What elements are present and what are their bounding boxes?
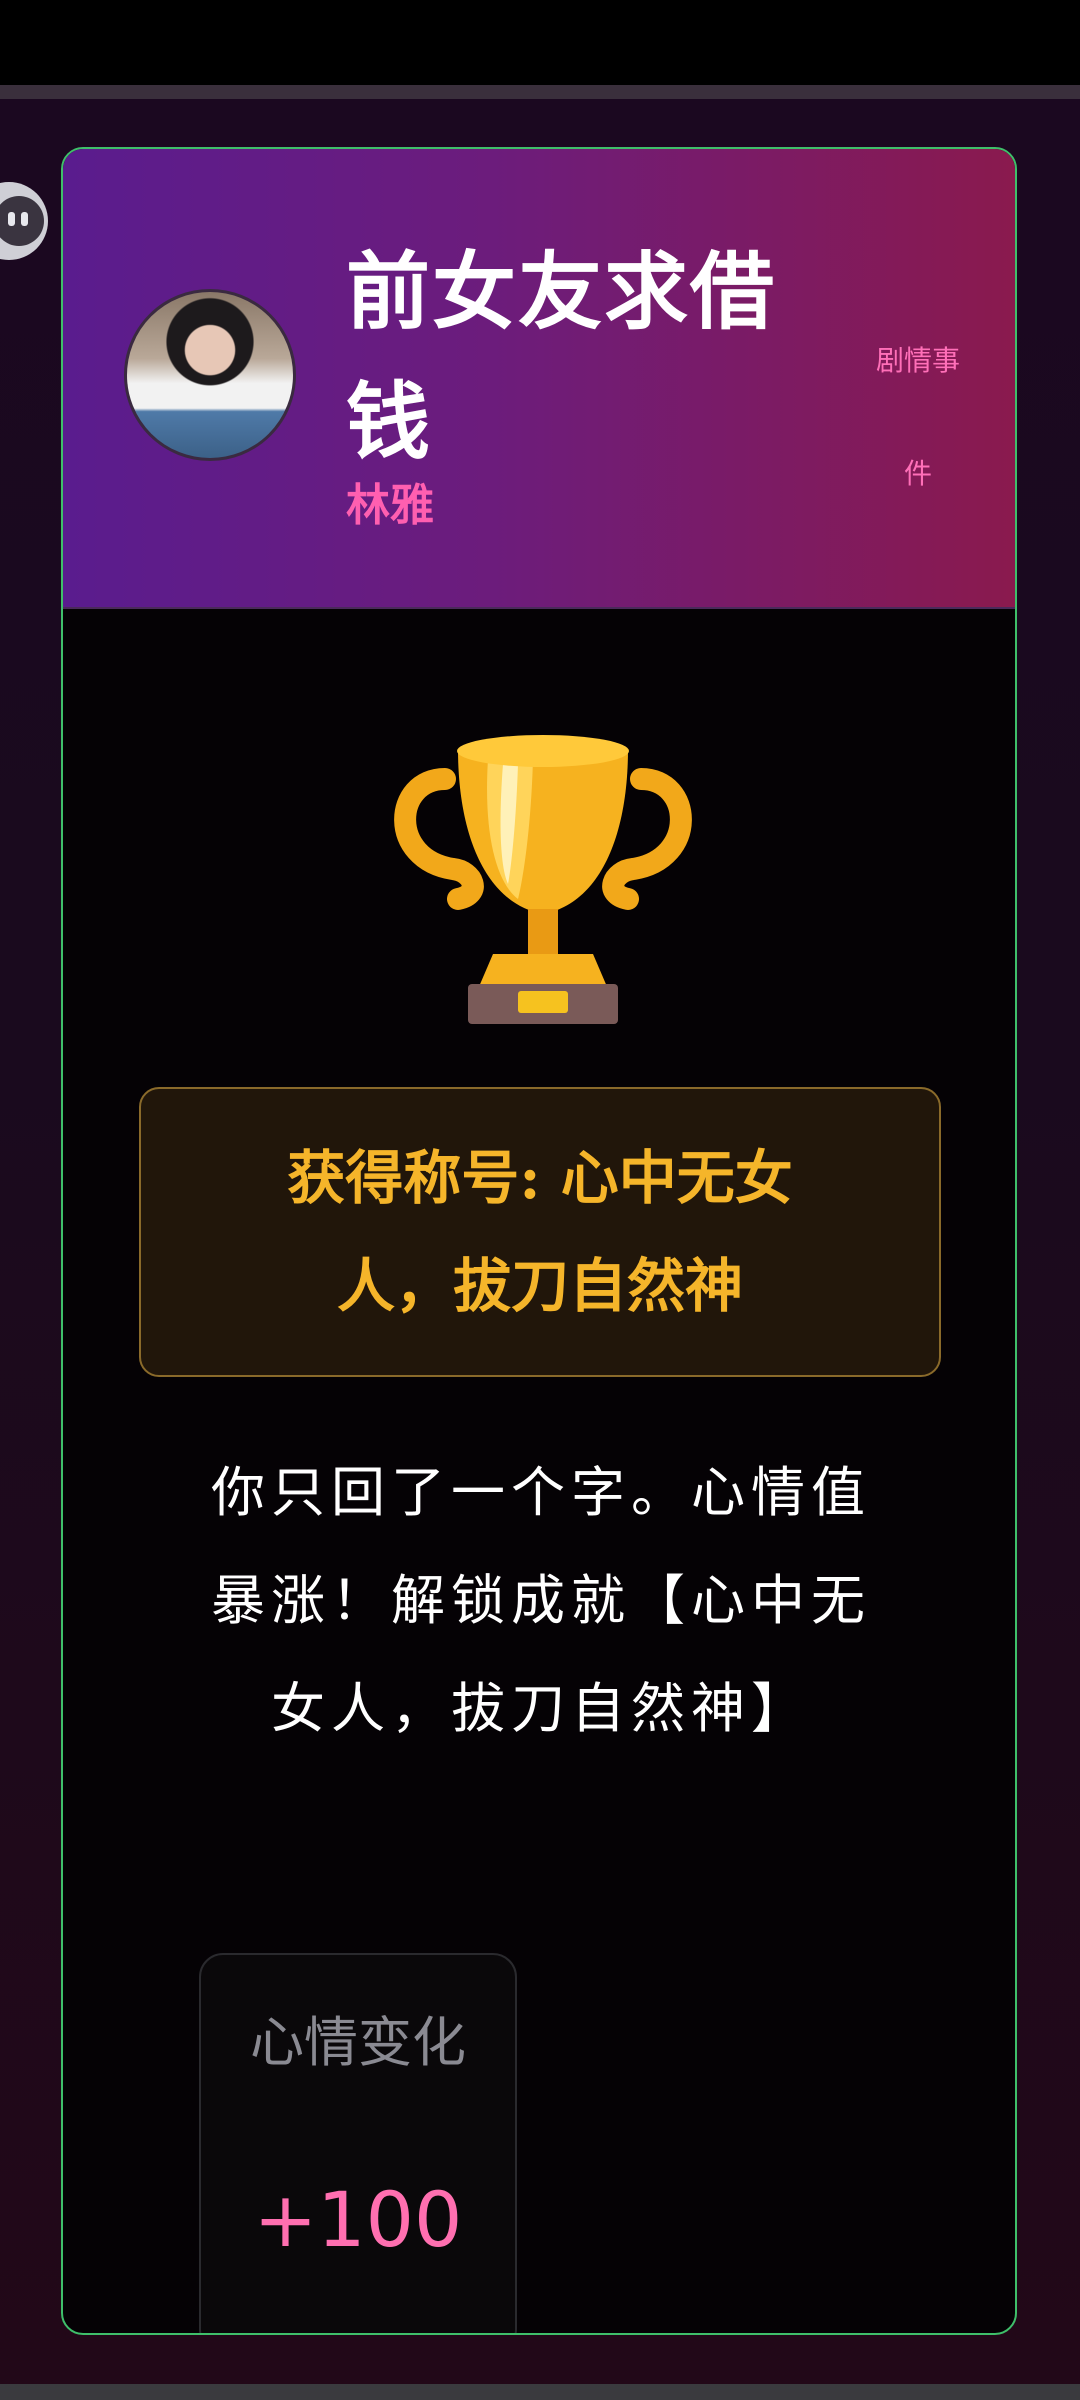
event-message: 你只回了一个字。心情值暴涨！解锁成就【心中无女人，拔刀自然神】 [211, 1461, 871, 1740]
chat-bubble-icon [0, 196, 44, 246]
event-card: 前女友求借钱 林雅 剧情事件 获得称号: 心中无女人，拔刀自然神 你只回了一个字… [61, 147, 1017, 2335]
card-header: 前女友求借钱 林雅 剧情事件 [63, 149, 1015, 609]
character-avatar[interactable] [124, 289, 296, 461]
mood-change-card: 心情变化 +100 [199, 1953, 517, 2333]
character-name: 林雅 [346, 480, 434, 531]
mood-change-label: 心情变化 [250, 2011, 466, 2074]
event-type-tag: 剧情事件 [875, 344, 960, 490]
app-screen: 前女友求借钱 林雅 剧情事件 获得称号: 心中无女人，拔刀自然神 你只回了一个字… [0, 0, 1080, 2400]
achievement-banner: 获得称号: 心中无女人，拔刀自然神 [139, 1087, 941, 1377]
status-bar [0, 0, 1080, 85]
event-title: 前女友求借钱 [346, 242, 777, 471]
status-divider [0, 85, 1080, 99]
trophy-icon [394, 735, 692, 1024]
mood-change-value: +100 [253, 2175, 463, 2264]
achievement-title: 获得称号: 心中无女人，拔刀自然神 [287, 1144, 793, 1320]
navigation-bar [0, 2384, 1080, 2400]
